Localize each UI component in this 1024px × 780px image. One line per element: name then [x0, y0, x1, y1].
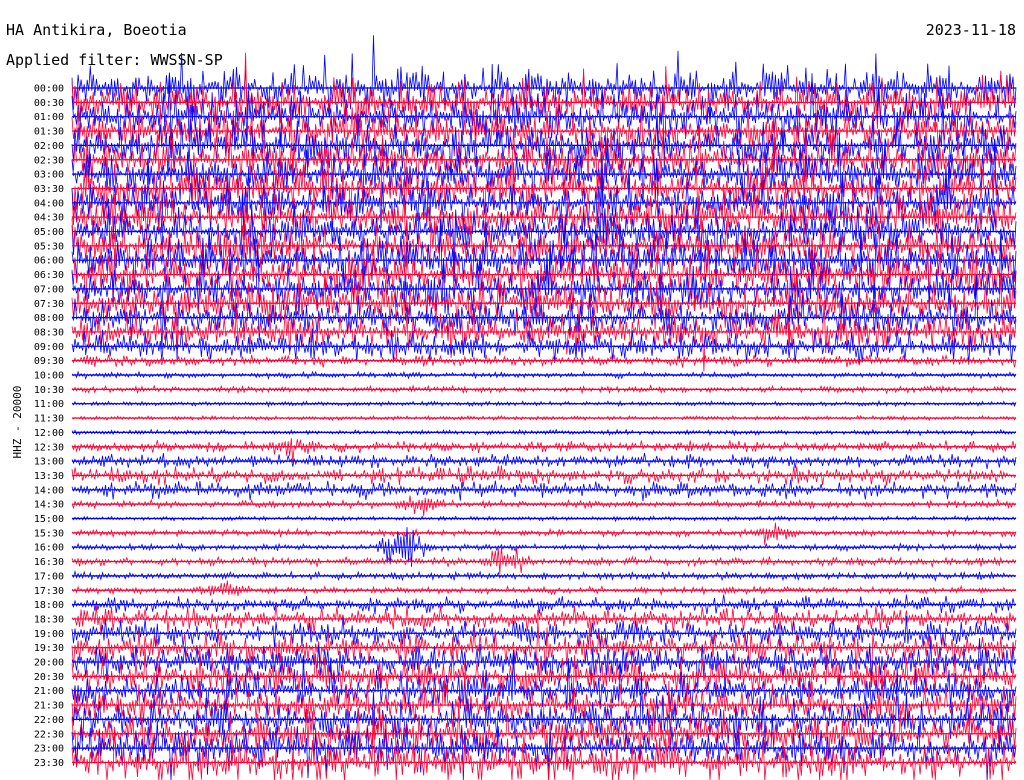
- row-time-label: 01:30: [34, 127, 64, 138]
- row-time-label: 06:00: [34, 256, 64, 267]
- row-time-label: 12:00: [34, 428, 64, 439]
- seismic-trace: [71, 546, 1017, 575]
- row-time-label: 09:00: [34, 342, 64, 353]
- row-time-label: 11:30: [34, 414, 64, 425]
- row-time-label: 10:30: [34, 385, 64, 396]
- row-time-label: 20:00: [34, 658, 64, 669]
- seismic-trace: [71, 604, 1017, 635]
- row-time-label: 15:00: [34, 514, 64, 525]
- row-time-label: 04:30: [34, 213, 64, 224]
- row-time-label: 13:00: [34, 457, 64, 468]
- row-time-label: 04:00: [34, 198, 64, 209]
- row-time-label: 11:00: [34, 399, 64, 410]
- row-time-label: 07:30: [34, 299, 64, 310]
- row-time-label: 02:00: [34, 141, 64, 152]
- row-time-label: 19:30: [34, 643, 64, 654]
- seismic-trace: [71, 580, 1017, 596]
- row-time-label: 15:30: [34, 528, 64, 539]
- row-time-label: 09:30: [34, 356, 64, 367]
- row-time-label: 08:30: [34, 327, 64, 338]
- row-time-label: 05:30: [34, 241, 64, 252]
- row-time-label: 08:00: [34, 313, 64, 324]
- row-time-label: 21:30: [34, 701, 64, 712]
- row-time-label: 19:00: [34, 629, 64, 640]
- row-time-label: 06:30: [34, 270, 64, 281]
- row-time-label: 22:00: [34, 715, 64, 726]
- row-time-label: 22:30: [34, 729, 64, 740]
- row-time-label: 18:30: [34, 614, 64, 625]
- helicorder-page: HA Antikira, Boeotia Applied filter: WWS…: [0, 0, 1024, 780]
- row-time-label: 01:00: [34, 112, 64, 123]
- row-time-label: 00:30: [34, 98, 64, 109]
- row-time-label: 17:30: [34, 586, 64, 597]
- row-time-label: 18:00: [34, 600, 64, 611]
- row-time-label: 13:30: [34, 471, 64, 482]
- row-time-label: 02:30: [34, 155, 64, 166]
- row-time-label: 16:00: [34, 543, 64, 554]
- row-time-label: 17:00: [34, 571, 64, 582]
- seismic-trace: [71, 438, 1017, 463]
- seismic-trace: [71, 522, 1017, 545]
- row-time-label: 10:00: [34, 371, 64, 382]
- row-time-label: 16:30: [34, 557, 64, 568]
- row-time-label: 07:00: [34, 284, 64, 295]
- seismogram-plot: 00:00 00:30 01:00 01:30 02:00 02:30 03:00 03:30…: [34, 35, 1017, 780]
- row-time-label: 12:30: [34, 442, 64, 453]
- row-time-label: 14:30: [34, 500, 64, 511]
- row-time-label: 23:30: [34, 758, 64, 769]
- seismic-trace: [71, 495, 1017, 517]
- row-time-label: 14:00: [34, 485, 64, 496]
- row-time-label: 05:00: [34, 227, 64, 238]
- row-time-label: 00:00: [34, 84, 64, 95]
- row-time-label: 03:00: [34, 170, 64, 181]
- row-time-label: 03:30: [34, 184, 64, 195]
- row-time-label: 21:00: [34, 686, 64, 697]
- row-time-label: 20:30: [34, 672, 64, 683]
- row-time-label: 23:00: [34, 744, 64, 755]
